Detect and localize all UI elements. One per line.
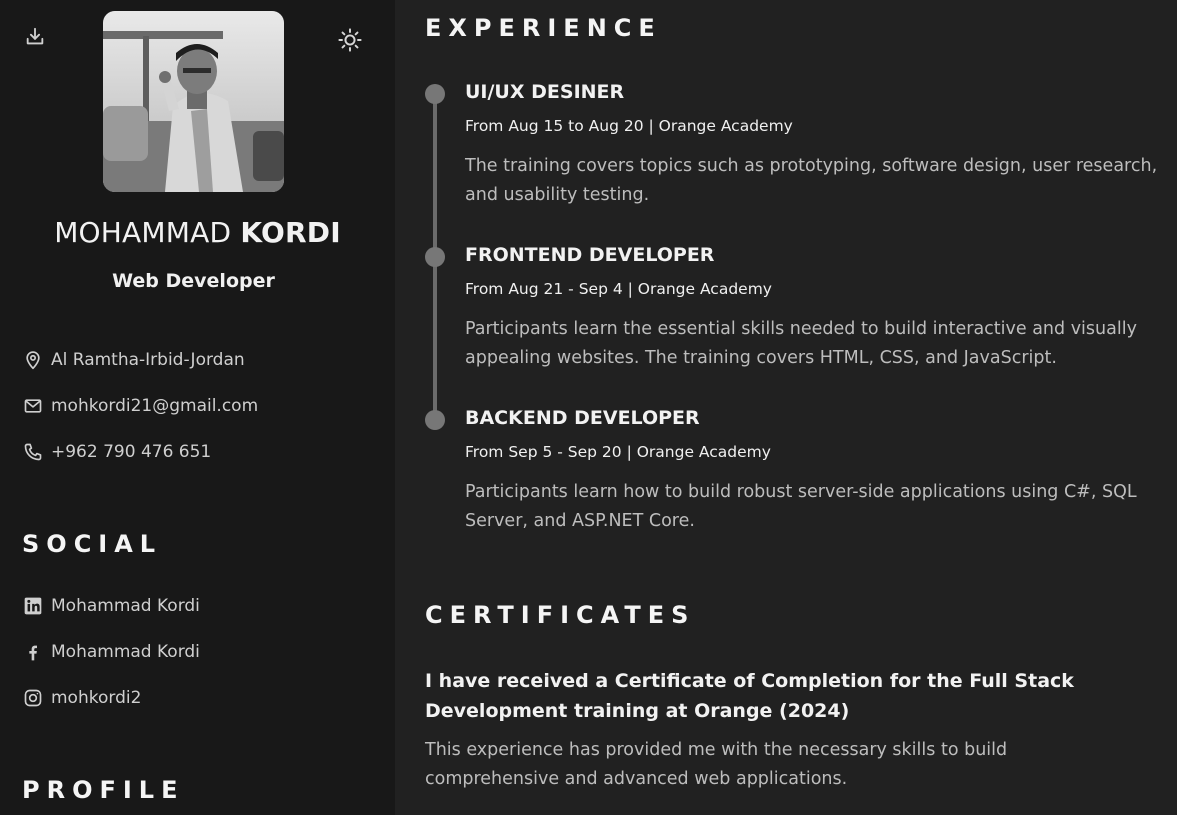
instagram-icon <box>24 689 42 707</box>
first-name: MOHAMMAD <box>54 216 232 249</box>
experience-title: FRONTEND DEVELOPER <box>465 244 715 266</box>
phone-text[interactable]: +962 790 476 651 <box>51 442 211 462</box>
experience-title: BACKEND DEVELOPER <box>465 407 700 429</box>
linkedin-label[interactable]: Mohammad Kordi <box>51 596 200 616</box>
sun-icon <box>338 28 362 52</box>
contact-phone[interactable]: +962 790 476 651 <box>23 440 211 464</box>
experience-description: The training covers topics such as proto… <box>465 156 1158 205</box>
last-name: KORDI <box>240 216 341 249</box>
person-name: MOHAMMAD KORDI <box>0 216 395 249</box>
profile-heading: PROFILE <box>22 776 185 804</box>
experience-item: UI/UX DESINER From Aug 15 to Aug 20 | Or… <box>465 81 1175 210</box>
experience-heading: EXPERIENCE <box>425 14 662 42</box>
certificates-heading: CERTIFICATES <box>425 601 696 629</box>
avatar <box>103 11 284 192</box>
mail-icon <box>24 399 42 413</box>
timeline-dot <box>425 410 445 430</box>
download-icon <box>26 27 44 45</box>
experience-meta: From Aug 15 to Aug 20 | Orange Academy <box>465 117 793 135</box>
sidebar: MOHAMMAD KORDI Web Developer Al Ramtha-I… <box>0 0 395 815</box>
instagram-label[interactable]: mohkordi2 <box>51 688 141 708</box>
phone-icon <box>24 443 42 461</box>
contact-email[interactable]: mohkordi21@gmail.com <box>23 394 258 418</box>
facebook-label[interactable]: Mohammad Kordi <box>51 642 200 662</box>
timeline-dot <box>425 247 445 267</box>
certificate-description: This experience has provided me with the… <box>425 740 1008 789</box>
facebook-icon <box>29 645 37 661</box>
certificate-title: I have received a Certificate of Complet… <box>425 670 1074 722</box>
social-linkedin-link[interactable]: Mohammad Kordi <box>23 594 200 618</box>
download-cv-button[interactable] <box>22 24 48 50</box>
experience-description: Participants learn the essential skills … <box>465 319 1137 368</box>
linkedin-icon <box>24 597 42 615</box>
job-title: Web Developer <box>112 270 275 292</box>
timeline-dot <box>425 84 445 104</box>
social-instagram-link[interactable]: mohkordi2 <box>23 686 141 710</box>
experience-item: FRONTEND DEVELOPER From Aug 21 - Sep 4 |… <box>465 244 1175 373</box>
social-heading: SOCIAL <box>22 530 163 558</box>
email-text[interactable]: mohkordi21@gmail.com <box>51 396 258 416</box>
theme-toggle-button[interactable] <box>336 26 364 54</box>
contact-location: Al Ramtha-Irbid-Jordan <box>23 348 245 372</box>
experience-meta: From Aug 21 - Sep 4 | Orange Academy <box>465 280 772 298</box>
experience-description: Participants learn how to build robust s… <box>465 482 1137 531</box>
experience-title: UI/UX DESINER <box>465 81 625 103</box>
experience-meta: From Sep 5 - Sep 20 | Orange Academy <box>465 443 771 461</box>
main-content: EXPERIENCE UI/UX DESINER From Aug 15 to … <box>395 0 1177 815</box>
experience-item: BACKEND DEVELOPER From Sep 5 - Sep 20 | … <box>465 407 1175 536</box>
profile-photo <box>103 11 284 192</box>
location-text: Al Ramtha-Irbid-Jordan <box>51 350 245 370</box>
social-facebook-link[interactable]: Mohammad Kordi <box>23 640 200 664</box>
location-pin-icon <box>26 351 40 370</box>
